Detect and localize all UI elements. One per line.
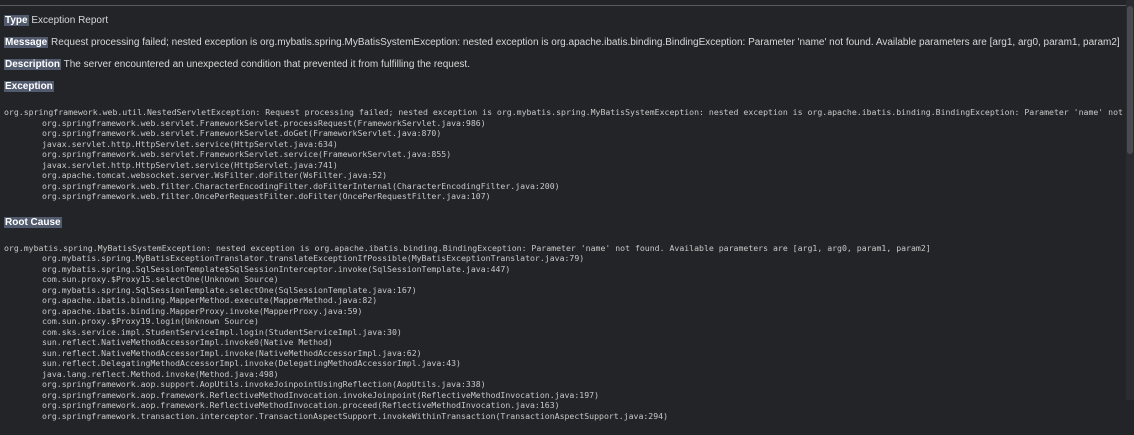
exception-heading-label: Exception — [4, 81, 54, 92]
stack-trace-line: org.springframework.aop.framework.Reflec… — [42, 389, 600, 400]
stack-trace-line: org.apache.tomcat.websocket.server.WsFil… — [42, 170, 388, 180]
exception-heading: Exception — [4, 80, 1126, 94]
stack-trace-line: org.mybatis.spring.SqlSessionTemplate$Sq… — [42, 263, 511, 274]
stack-trace-line: org.springframework.aop.framework.Reflec… — [42, 400, 560, 410]
stack-trace-line: javax.servlet.http.HttpServlet.service(H… — [42, 159, 338, 170]
message-label: Message — [4, 37, 49, 48]
stack-trace-line: javax.servlet.http.HttpServlet.service(H… — [42, 138, 338, 149]
stack-trace-line: org.springframework.web.servlet.Framewor… — [42, 149, 452, 159]
root-cause-heading-label: Root Cause — [4, 216, 62, 228]
stack-trace-line: org.apache.ibatis.binding.MapperMethod.e… — [42, 295, 378, 305]
type-row: Type Exception Report — [4, 14, 1126, 28]
root-cause-heading: Root Cause — [4, 216, 1126, 230]
scrollbar-thumb[interactable] — [1127, 6, 1133, 154]
message-row: Message Request processing failed; neste… — [4, 36, 1126, 50]
exception-stack-trace: org.springframework.web.util.NestedServl… — [4, 107, 1126, 202]
stack-trace-line: org.mybatis.spring.MyBatisSystemExceptio… — [4, 242, 931, 253]
error-report: Type Exception Report Message Request pr… — [4, 14, 1126, 435]
stack-trace-line: java.lang.reflect.Method.invoke(Method.j… — [42, 368, 279, 379]
stack-trace-line: org.mybatis.spring.MyBatisExceptionTrans… — [42, 253, 585, 263]
stack-trace-line: org.springframework.web.util.NestedServl… — [4, 107, 1126, 117]
stack-trace-line: com.sun.proxy.$Proxy15.selectOne(Unknown… — [42, 274, 279, 284]
top-divider — [0, 5, 1126, 6]
stack-trace-line: org.springframework.web.servlet.Framewor… — [42, 128, 442, 138]
stack-trace-line: org.springframework.web.filter.OncePerRe… — [42, 191, 491, 201]
stack-trace-line: org.apache.ibatis.binding.MapperProxy.in… — [42, 305, 363, 316]
stack-trace-line: com.sks.service.impl.StudentServiceImpl.… — [42, 326, 402, 337]
description-label: Description — [4, 59, 62, 70]
type-value: Exception Report — [31, 15, 109, 26]
stack-trace-line: sun.reflect.NativeMethodAccessorImpl.inv… — [42, 347, 422, 358]
stack-trace-line: org.springframework.web.filter.Character… — [42, 180, 560, 191]
stack-trace-line: sun.reflect.NativeMethodAccessorImpl.inv… — [42, 337, 333, 347]
description-value: The server encountered an unexpected con… — [63, 59, 470, 70]
stack-trace-line: org.mybatis.spring.SqlSessionTemplate.se… — [42, 284, 417, 295]
stack-trace-line: sun.reflect.DelegatingMethodAccessorImpl… — [42, 358, 461, 368]
stack-trace-line: org.springframework.web.servlet.Framewor… — [42, 117, 486, 128]
message-value: Request processing failed; nested except… — [51, 37, 1120, 48]
type-label: Type — [4, 15, 29, 26]
vertical-scrollbar[interactable] — [1126, 0, 1134, 400]
stack-trace-line: org.springframework.aop.support.AopUtils… — [42, 379, 486, 389]
stack-trace-line: com.sun.proxy.$Proxy19.login(Unknown Sou… — [42, 316, 259, 326]
description-row: Description The server encountered an un… — [4, 58, 1126, 72]
stack-trace-line: org.springframework.transaction.intercep… — [42, 410, 669, 421]
root-cause-stack-trace: org.mybatis.spring.MyBatisSystemExceptio… — [4, 243, 1126, 422]
